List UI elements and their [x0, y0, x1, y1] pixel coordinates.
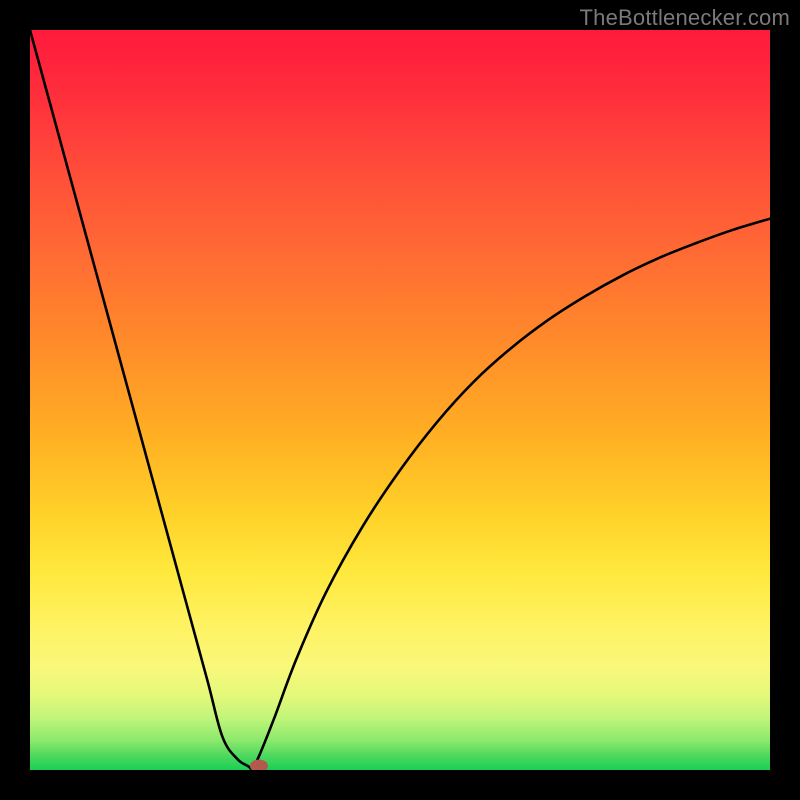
optimal-point-marker: [250, 760, 268, 770]
curve-svg: [30, 30, 770, 770]
plot-area: [30, 30, 770, 770]
chart-stage: TheBottlenecker.com: [0, 0, 800, 800]
bottleneck-curve-path: [30, 30, 770, 770]
watermark-text: TheBottlenecker.com: [580, 5, 790, 31]
